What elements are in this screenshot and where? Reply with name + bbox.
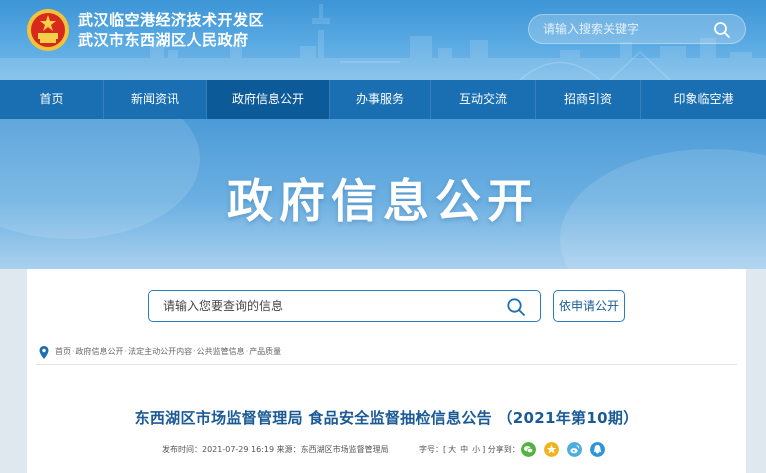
site-header: 武汉临空港经济技术开发区 武汉市东西湖区人民政府 [0, 0, 766, 80]
breadcrumb: 首页·政府信息公开·法定主动公开内容·公共监管信息·产品质量 [36, 345, 737, 365]
breadcrumb-separator: · [245, 347, 249, 356]
breadcrumb-trail: 首页·政府信息公开·法定主动公开内容·公共监管信息·产品质量 [55, 346, 281, 358]
breadcrumb-separator: · [124, 347, 128, 356]
font-size-close: ] [482, 445, 486, 454]
star-icon[interactable] [544, 442, 559, 457]
breadcrumb-home[interactable]: 首页 [55, 347, 71, 356]
share-label: 分享到： [487, 445, 520, 454]
location-pin-icon [39, 346, 49, 359]
article-title: 东西湖区市场监督管理局 食品安全监督抽检信息公告 （2021年第10期） [134, 409, 639, 427]
nav-item-services[interactable]: 办事服务 [330, 80, 430, 119]
content-card: 依申请公开 首页·政府信息公开·法定主动公开内容·公共监管信息·产品质量 东西湖… [27, 269, 746, 473]
info-search-input[interactable] [163, 291, 493, 321]
nav-item-news[interactable]: 新闻资讯 [104, 80, 206, 119]
qq-icon[interactable] [590, 442, 605, 457]
article-tools: 字号：[大中小] 分享到： [419, 443, 520, 457]
page-banner: 政府信息公开 [0, 119, 766, 269]
breadcrumb-separator: · [72, 347, 75, 356]
font-size-large[interactable]: 大 [448, 445, 456, 454]
site-search-input[interactable] [543, 15, 713, 43]
breadcrumb-product-quality[interactable]: 产品质量 [249, 347, 281, 356]
nav-item-gov-info[interactable]: 政府信息公开 [207, 80, 329, 119]
font-size-small[interactable]: 小 [472, 445, 480, 454]
breadcrumb-gov-info[interactable]: 政府信息公开 [76, 347, 124, 356]
apply-disclosure-button[interactable]: 依申请公开 [553, 290, 625, 322]
font-size-label: 字号：[ [419, 445, 447, 454]
weibo-icon[interactable] [567, 442, 582, 457]
banner-title: 政府信息公开 [227, 174, 539, 228]
site-title-line1: 武汉临空港经济技术开发区 [78, 11, 265, 29]
share-icons [521, 442, 605, 457]
main-nav: 首页 新闻资讯 政府信息公开 办事服务 互动交流 招商引资 印象临空港 [0, 80, 766, 119]
font-size-medium[interactable]: 中 [460, 445, 468, 454]
article-meta: 发布时间：2021-07-29 16:19 来源：东西湖区市场监督管理局 [162, 445, 389, 454]
search-icon[interactable] [506, 297, 526, 317]
breadcrumb-separator: · [193, 347, 196, 356]
nav-item-investment[interactable]: 招商引资 [536, 80, 640, 119]
nav-item-home[interactable]: 首页 [0, 80, 103, 119]
search-icon[interactable] [713, 21, 731, 39]
site-title-line2: 武汉市东西湖区人民政府 [78, 31, 249, 49]
nav-item-interaction[interactable]: 互动交流 [431, 80, 535, 119]
site-search-box [528, 14, 746, 44]
info-search-box [148, 290, 541, 322]
nav-item-impression[interactable]: 印象临空港 [641, 80, 766, 119]
wechat-icon[interactable] [521, 442, 536, 457]
site-title[interactable]: 武汉临空港经济技术开发区 武汉市东西湖区人民政府 [78, 10, 264, 50]
national-emblem-icon [27, 9, 69, 51]
breadcrumb-statutory-content[interactable]: 法定主动公开内容 [128, 347, 192, 356]
breadcrumb-public-supervision[interactable]: 公共监管信息 [197, 347, 245, 356]
